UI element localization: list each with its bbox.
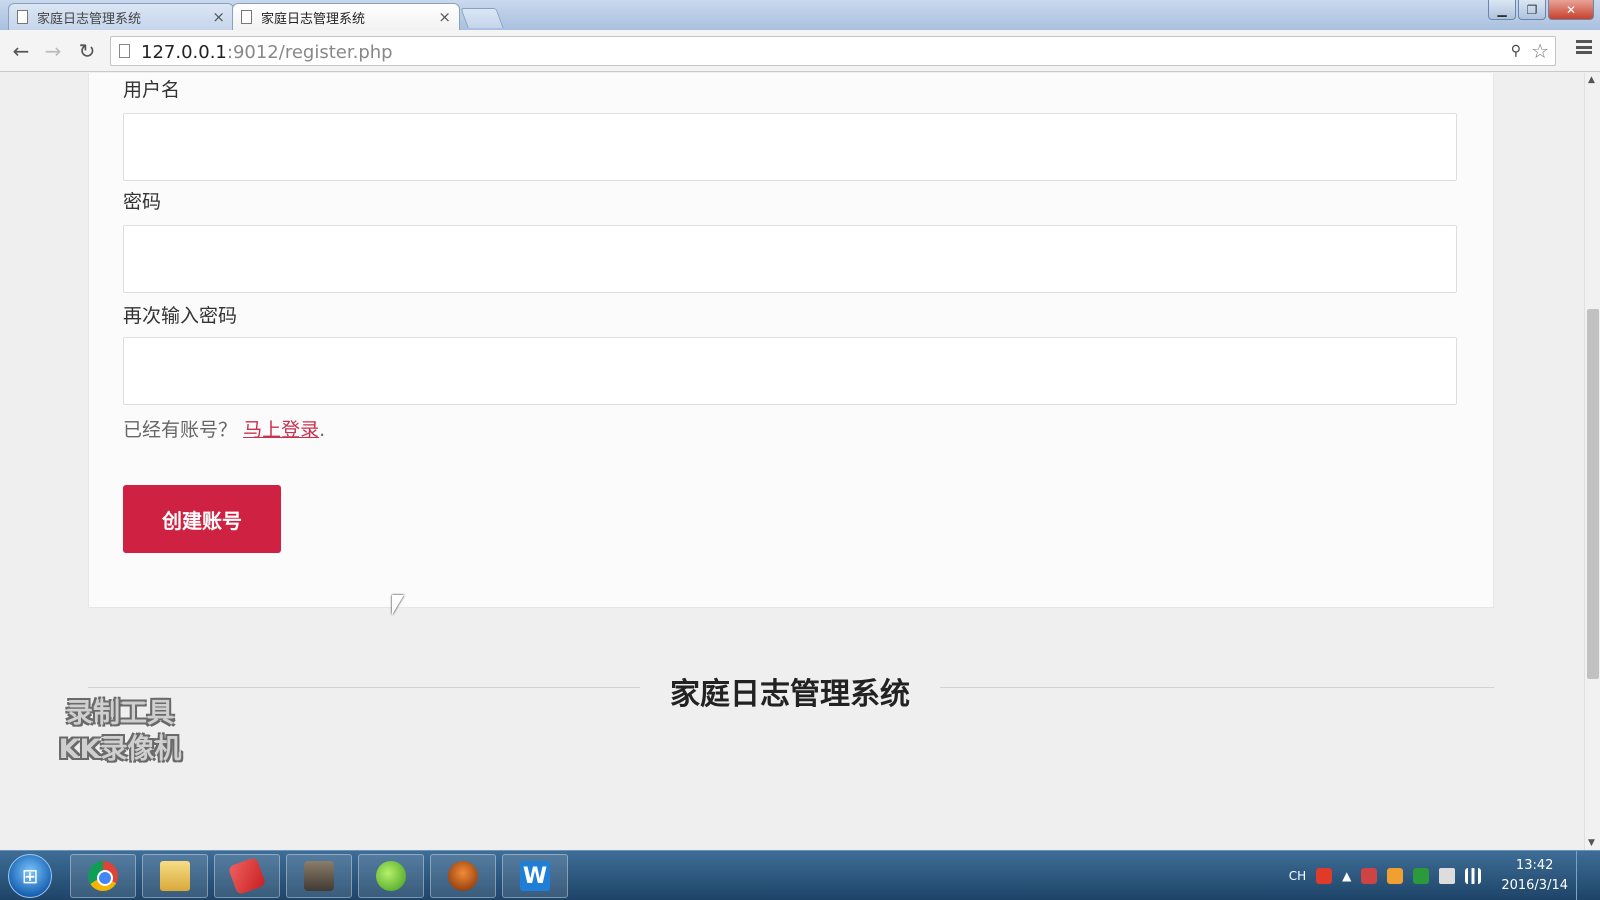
back-button[interactable]: ← <box>8 38 34 64</box>
forward-button[interactable]: → <box>40 38 66 64</box>
username-input[interactable] <box>123 113 1457 181</box>
tab-label: 家庭日志管理系统 <box>37 11 142 27</box>
mask-icon <box>448 861 478 891</box>
taskbar-app-chrome[interactable] <box>70 854 136 898</box>
taskbar-app-wps[interactable]: W <box>502 854 568 898</box>
vertical-scrollbar[interactable]: ▲ ▼ <box>1584 73 1600 850</box>
input-language-indicator[interactable]: CH <box>1289 869 1306 883</box>
scroll-down-icon[interactable]: ▼ <box>1588 838 1595 848</box>
menu-icon[interactable] <box>1576 40 1592 54</box>
page-icon <box>17 10 28 24</box>
create-account-button[interactable]: 创建账号 <box>123 485 281 553</box>
password-label: 密码 <box>123 191 162 213</box>
close-window-button[interactable]: ✕ <box>1548 0 1594 20</box>
taskbar-app-leaf[interactable] <box>358 854 424 898</box>
url-path: :9012/register.php <box>226 42 393 63</box>
clock[interactable]: 13:42 2016/3/14 <box>1501 856 1568 896</box>
taskbar-app-eraser[interactable] <box>214 854 280 898</box>
bookmark-star-icon[interactable]: ☆ <box>1531 39 1549 63</box>
scroll-thumb[interactable] <box>1587 309 1599 679</box>
username-label: 用户名 <box>123 79 181 101</box>
start-button[interactable]: ⊞ <box>8 854 52 898</box>
confirm-password-label: 再次输入密码 <box>123 305 238 327</box>
url-text[interactable]: 127.0.0.1:9012/register.php <box>141 42 393 63</box>
browser-toolbar: ← → ↻ 127.0.0.1:9012/register.php ⚲ ☆ <box>0 30 1600 72</box>
footer-divider-right <box>940 687 1494 688</box>
folder-icon <box>160 861 190 891</box>
security-icon[interactable] <box>1361 868 1378 884</box>
page-viewport: 用户名 密码 再次输入密码 已经有账号？ 马上登录. 创建账号 家庭日志管理系统… <box>0 73 1584 850</box>
maximize-button[interactable]: ❐ <box>1518 0 1546 20</box>
page-icon <box>119 44 130 58</box>
address-bar[interactable]: 127.0.0.1:9012/register.php ⚲ ☆ <box>110 36 1556 66</box>
login-hint-text: 已经有账号？ <box>123 419 238 441</box>
tray-expand-icon[interactable]: ▲ <box>1342 869 1351 883</box>
login-hint: 已经有账号？ 马上登录. <box>123 415 325 442</box>
taskbar-app-photo[interactable] <box>286 854 352 898</box>
tab-label: 家庭日志管理系统 <box>261 11 366 27</box>
volume-icon[interactable] <box>1439 868 1456 884</box>
photo-icon <box>304 861 334 891</box>
tab-close-icon[interactable]: × <box>438 8 451 26</box>
scroll-up-icon[interactable]: ▲ <box>1588 75 1595 85</box>
recorder-watermark: 录制工具 KK录像机 <box>36 696 204 768</box>
register-form-card: 用户名 密码 再次输入密码 已经有账号？ 马上登录. 创建账号 <box>88 73 1494 608</box>
browser-titlebar: 家庭日志管理系统 × 家庭日志管理系统 × ▁ ❐ ✕ <box>0 0 1600 30</box>
tab-close-icon[interactable]: × <box>212 8 225 26</box>
footer-title: 家庭日志管理系统 <box>670 677 910 712</box>
mouse-cursor-icon <box>392 595 404 615</box>
network-signal-icon[interactable] <box>1465 868 1482 884</box>
w-icon: W <box>520 861 550 891</box>
minimize-button[interactable]: ▁ <box>1488 0 1516 20</box>
chrome-icon <box>88 861 118 891</box>
new-tab-button[interactable] <box>460 8 504 28</box>
notification-icon[interactable] <box>1387 868 1404 884</box>
system-tray: CH ▲ 13:42 2016/3/14 <box>1289 851 1588 900</box>
reload-button[interactable]: ↻ <box>74 38 100 64</box>
sogou-input-icon[interactable] <box>1316 868 1333 884</box>
show-desktop-button[interactable] <box>1576 851 1588 900</box>
key-icon[interactable]: ⚲ <box>1511 43 1521 59</box>
login-link[interactable]: 马上登录 <box>243 419 319 441</box>
url-host: 127.0.0.1 <box>141 42 227 63</box>
taskbar-app-explorer[interactable] <box>142 854 208 898</box>
window-controls: ▁ ❐ ✕ <box>1486 0 1594 20</box>
watermark-line-2: KK录像机 <box>58 734 182 765</box>
confirm-password-input[interactable] <box>123 337 1457 405</box>
footer-divider-left <box>88 687 640 688</box>
password-input[interactable] <box>123 225 1457 293</box>
taskbar-app-mask[interactable] <box>430 854 496 898</box>
clock-date: 2016/3/14 <box>1501 878 1568 893</box>
taskbar: ⊞ W CH ▲ 13:42 2016/3/14 <box>0 850 1600 900</box>
login-hint-suffix: . <box>319 419 326 441</box>
page-icon <box>241 10 252 24</box>
browser-tab-2[interactable]: 家庭日志管理系统 × <box>232 3 460 30</box>
eraser-icon <box>227 856 267 896</box>
browser-tab-1[interactable]: 家庭日志管理系统 × <box>8 3 234 30</box>
watermark-line-1: 录制工具 <box>66 698 174 729</box>
monitor-icon[interactable] <box>1413 868 1430 884</box>
leaf-icon <box>376 861 406 891</box>
clock-time: 13:42 <box>1515 858 1554 873</box>
